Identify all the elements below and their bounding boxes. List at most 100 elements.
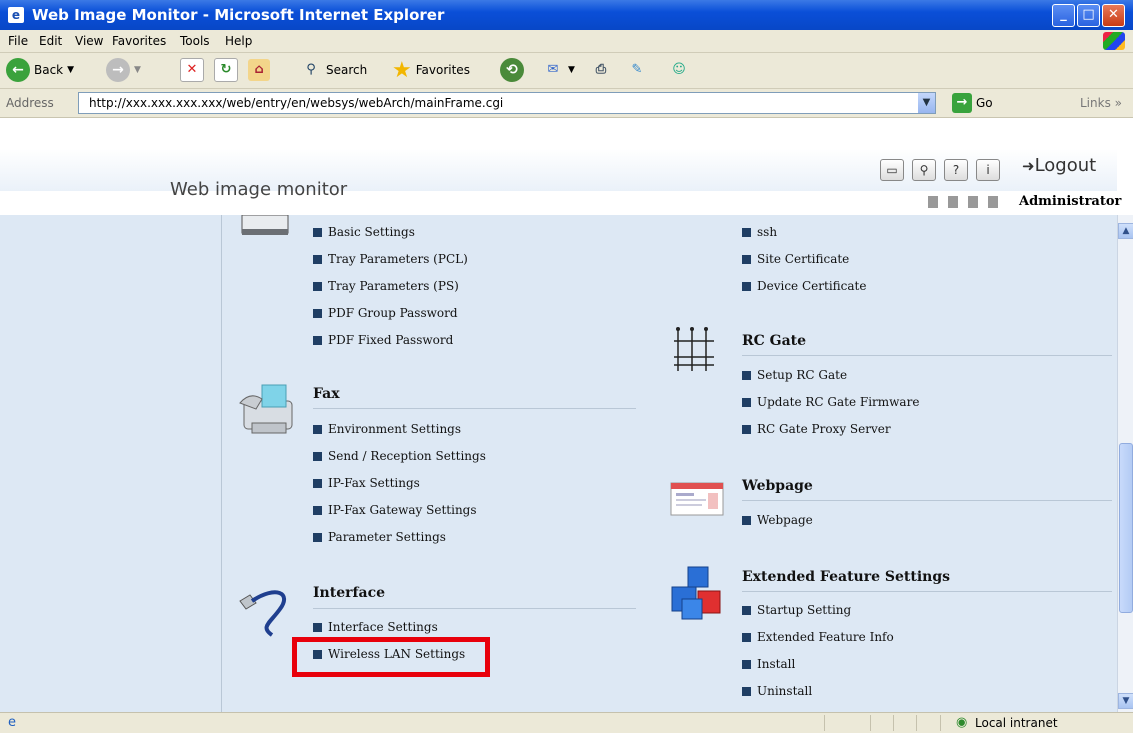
section-title-extended-feature-settings: Extended Feature Settings xyxy=(742,569,951,585)
bullet-icon xyxy=(313,623,322,632)
favorites-label: Favorites xyxy=(415,63,470,77)
link-pdf-group-password[interactable]: PDF Group Password xyxy=(313,306,458,320)
link-rc-gate-proxy-server[interactable]: RC Gate Proxy Server xyxy=(742,422,891,436)
link-setup-rc-gate[interactable]: Setup RC Gate xyxy=(742,368,847,382)
back-button[interactable]: ← Back ▼ xyxy=(6,57,74,83)
address-input[interactable]: http://xxx.xxx.xxx.xxx/web/entry/en/webs… xyxy=(78,92,936,114)
logout-button[interactable]: ➜Logout xyxy=(1022,155,1096,176)
link-interface-settings[interactable]: Interface Settings xyxy=(313,620,438,634)
link-basic-settings[interactable]: Basic Settings xyxy=(313,225,415,239)
go-button[interactable]: → Go xyxy=(952,93,993,113)
link-label: Update RC Gate Firmware xyxy=(757,395,920,409)
bullet-icon xyxy=(313,452,322,461)
link-ip-fax-gateway-settings[interactable]: IP-Fax Gateway Settings xyxy=(313,503,477,517)
link-device-certificate[interactable]: Device Certificate xyxy=(742,279,866,293)
link-environment-settings[interactable]: Environment Settings xyxy=(313,422,461,436)
bullet-icon xyxy=(313,425,322,434)
section-title-rc-gate: RC Gate xyxy=(742,333,807,349)
forward-dropdown-icon[interactable]: ▼ xyxy=(134,65,141,75)
menu-tools[interactable]: Tools xyxy=(180,34,210,48)
minimize-button[interactable]: _ xyxy=(1052,4,1075,27)
forward-button[interactable]: → ▼ xyxy=(106,57,141,83)
menu-favorites[interactable]: Favorites xyxy=(112,34,166,48)
history-button[interactable]: ⟲ xyxy=(500,57,524,83)
refresh-button[interactable]: ↻ xyxy=(214,57,238,83)
network-status-icon xyxy=(948,196,958,208)
maximize-button[interactable]: □ xyxy=(1077,4,1100,27)
link-parameter-settings[interactable]: Parameter Settings xyxy=(313,530,446,544)
link-ssh[interactable]: ssh xyxy=(742,225,777,239)
zone-label: Local intranet xyxy=(975,716,1058,730)
highlight-box xyxy=(292,637,490,677)
link-label: Tray Parameters (PS) xyxy=(328,279,459,293)
section-title-webpage: Webpage xyxy=(742,478,813,494)
info-icon[interactable]: i xyxy=(976,159,1000,181)
address-url[interactable]: http://xxx.xxx.xxx.xxx/web/entry/en/webs… xyxy=(89,96,503,110)
section-title-interface: Interface xyxy=(313,585,386,601)
link-extended-feature-info[interactable]: Extended Feature Info xyxy=(742,630,894,644)
title-bar: e Web Image Monitor - Microsoft Internet… xyxy=(0,0,1133,30)
left-nav-divider xyxy=(221,215,222,712)
cable-image xyxy=(236,583,294,639)
extended-feature-image xyxy=(668,565,726,623)
back-dropdown-icon[interactable]: ▼ xyxy=(67,65,74,75)
fax-image xyxy=(236,383,298,439)
close-button[interactable]: ✕ xyxy=(1102,4,1125,27)
link-webpage[interactable]: Webpage xyxy=(742,513,813,527)
link-update-rc-gate-firmware[interactable]: Update RC Gate Firmware xyxy=(742,395,919,409)
link-label: Extended Feature Info xyxy=(757,630,894,644)
go-label: Go xyxy=(976,96,993,110)
link-tray-parameters-ps[interactable]: Tray Parameters (PS) xyxy=(313,279,459,293)
address-dropdown-icon[interactable]: ▼ xyxy=(918,93,935,113)
link-send-reception-settings[interactable]: Send / Reception Settings xyxy=(313,449,486,463)
link-site-certificate[interactable]: Site Certificate xyxy=(742,252,849,266)
menu-file[interactable]: File xyxy=(8,34,28,48)
intranet-icon: ◉ xyxy=(956,715,968,730)
link-label: Webpage xyxy=(757,513,813,527)
menu-edit[interactable]: Edit xyxy=(39,34,62,48)
rc-gate-divider xyxy=(742,355,1112,356)
favorites-button[interactable]: ★ Favorites xyxy=(392,57,470,83)
messenger-button[interactable]: ☺ xyxy=(668,57,690,83)
bullet-icon xyxy=(742,633,751,642)
link-label: PDF Fixed Password xyxy=(328,333,454,347)
link-label: Basic Settings xyxy=(328,225,415,239)
back-arrow-icon: ← xyxy=(6,58,30,82)
menu-help[interactable]: Help xyxy=(225,34,252,48)
edit-button[interactable]: ✎ xyxy=(626,57,648,83)
status-segment xyxy=(940,715,941,731)
link-label: Startup Setting xyxy=(757,603,852,617)
menu-view[interactable]: View xyxy=(75,34,103,48)
link-tray-parameters-pcl[interactable]: Tray Parameters (PCL) xyxy=(313,252,468,266)
scroll-down-icon[interactable]: ▼ xyxy=(1118,693,1133,709)
stop-button[interactable]: ✕ xyxy=(180,57,204,83)
link-startup-setting[interactable]: Startup Setting xyxy=(742,603,851,617)
forward-arrow-icon: → xyxy=(106,58,130,82)
link-install[interactable]: Install xyxy=(742,657,795,671)
links-button[interactable]: Links » xyxy=(1080,96,1122,110)
mail-button[interactable]: ✉ ▼ xyxy=(542,57,575,83)
fax-divider xyxy=(313,408,636,409)
logout-label: Logout xyxy=(1034,155,1097,176)
link-icon[interactable]: ▭ xyxy=(880,159,904,181)
search-icon: ⚲ xyxy=(306,62,316,77)
link-pdf-fixed-password[interactable]: PDF Fixed Password xyxy=(313,333,453,347)
address-label: Address xyxy=(6,96,54,110)
bullet-icon xyxy=(742,425,751,434)
home-button[interactable]: ⌂ xyxy=(248,57,270,83)
print-icon: ⎙ xyxy=(595,62,607,77)
mail-dropdown-icon[interactable]: ▼ xyxy=(568,65,575,75)
scroll-up-icon[interactable]: ▲ xyxy=(1118,223,1133,239)
print-button[interactable]: ⎙ xyxy=(590,57,612,83)
search-icon[interactable]: ⚲ xyxy=(912,159,936,181)
help-icon[interactable]: ? xyxy=(944,159,968,181)
windows-logo-icon xyxy=(1103,32,1125,50)
link-ip-fax-settings[interactable]: IP-Fax Settings xyxy=(313,476,420,490)
document-status-icon xyxy=(988,196,998,208)
link-uninstall[interactable]: Uninstall xyxy=(742,684,812,698)
vertical-scrollbar[interactable]: ▲ ▼ xyxy=(1117,215,1133,712)
scroll-thumb[interactable] xyxy=(1119,443,1133,613)
search-button[interactable]: ⚲ Search xyxy=(300,57,367,83)
bullet-icon xyxy=(742,282,751,291)
bullet-icon xyxy=(742,660,751,669)
